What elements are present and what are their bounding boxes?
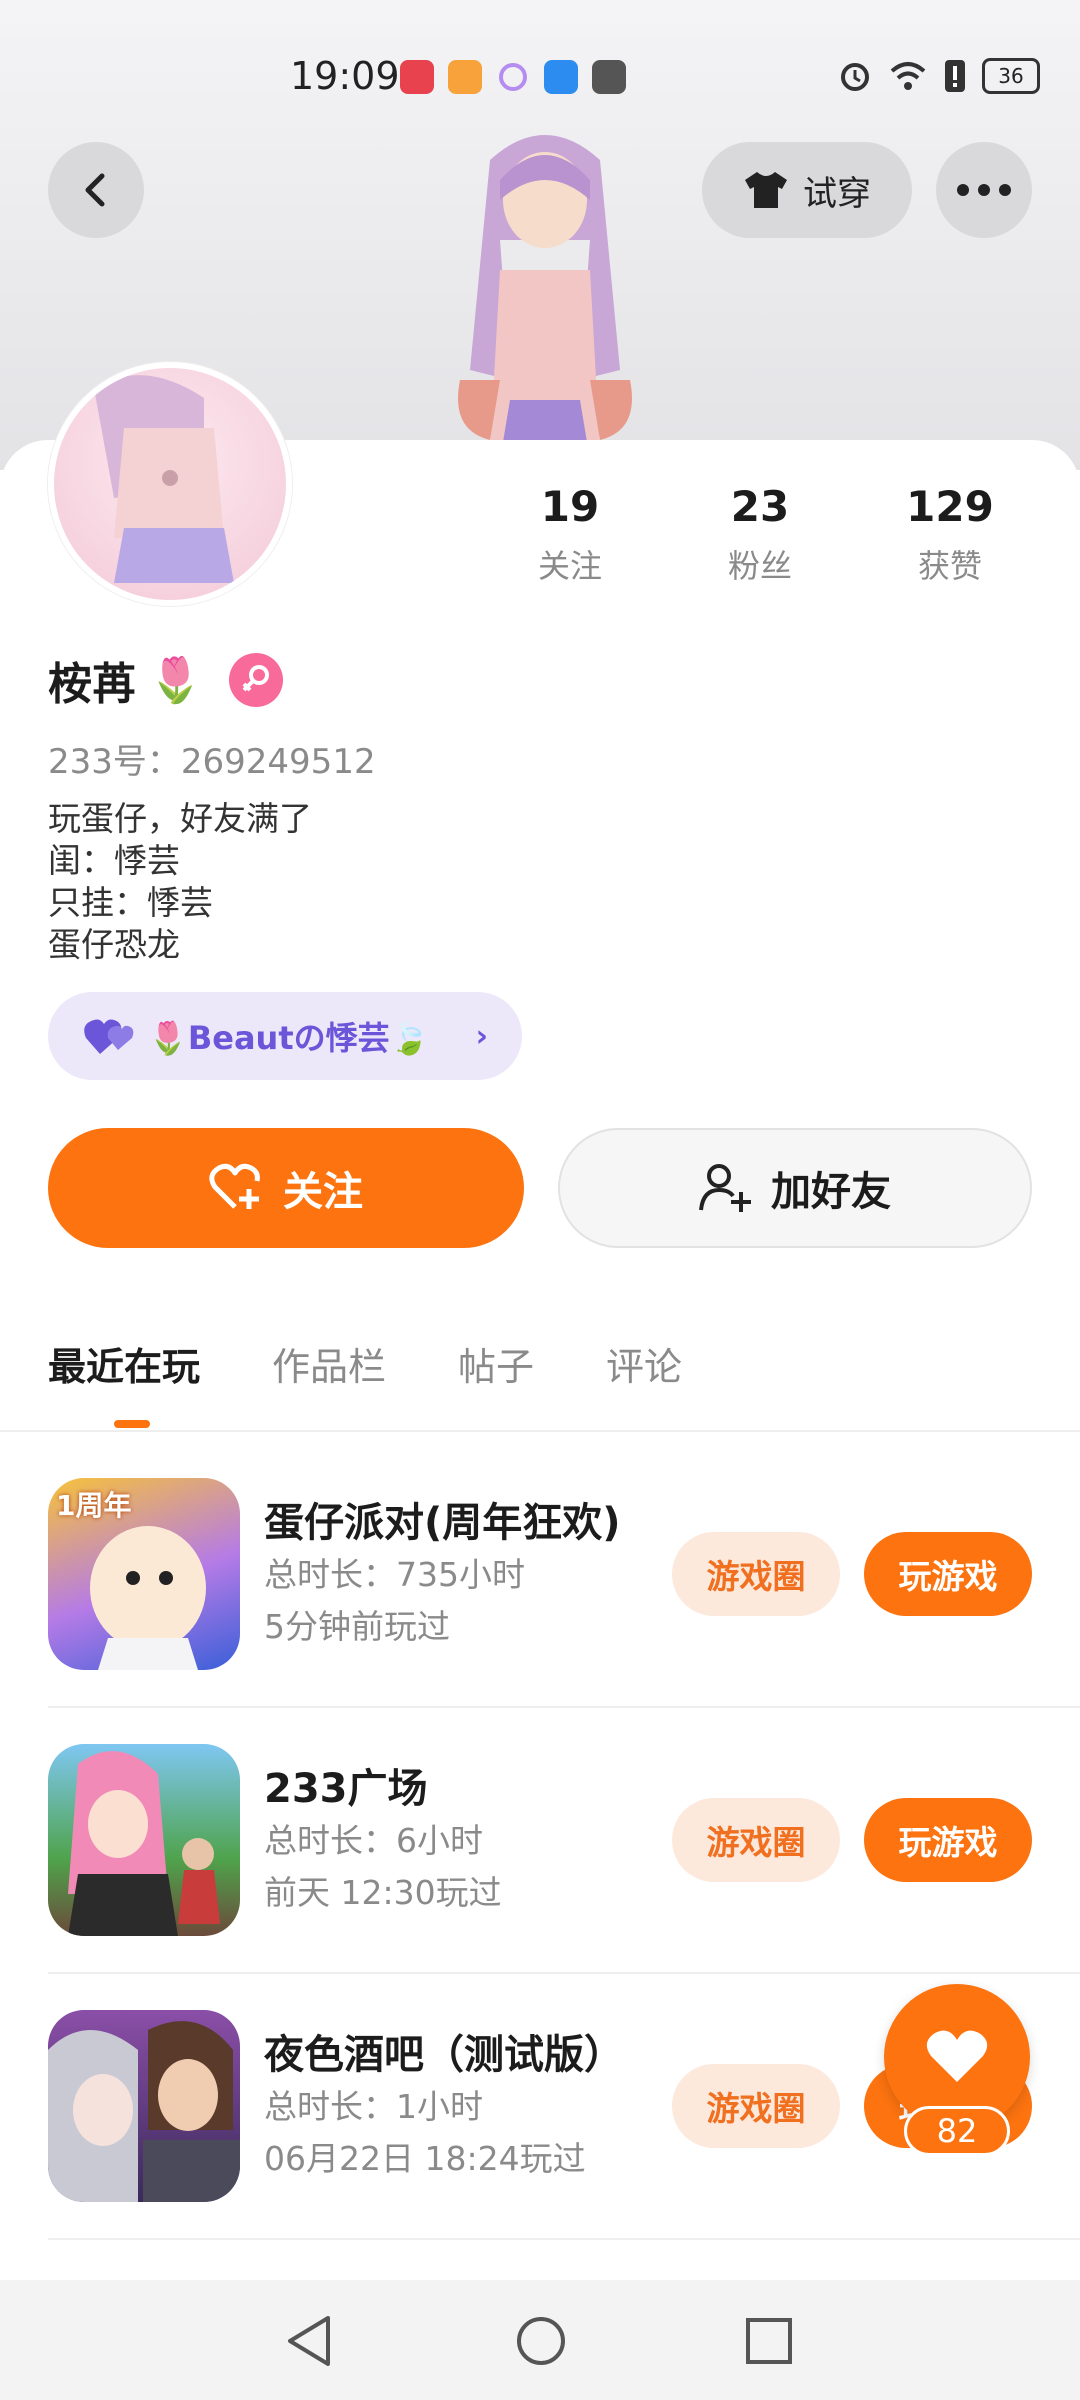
stat-followers[interactable]: 23 粉丝 [670, 482, 850, 587]
tabs-divider [0, 1430, 1080, 1432]
bio-line: 只挂：悸芸 [48, 883, 213, 922]
status-time: 19:09 [290, 54, 400, 98]
add-friend-label: 加好友 [771, 1169, 891, 1215]
tab-comments[interactable]: 评论 [606, 1336, 682, 1391]
stat-value: 129 [906, 482, 994, 531]
heart-icon [926, 2030, 988, 2082]
nav-recents-icon[interactable] [744, 2314, 794, 2368]
double-heart-icon [84, 1019, 134, 1054]
add-friend-button[interactable]: 加好友 [558, 1128, 1032, 1248]
3d-avatar-figure [458, 135, 632, 460]
relation-tag-label: 🌷Beautの悸芸🍃 [148, 1019, 430, 1057]
tab-posts[interactable]: 帖子 [458, 1336, 534, 1391]
game-duration: 总时长：735小时 [264, 1555, 525, 1594]
shirt-icon [745, 172, 787, 208]
game-circle-button[interactable]: 游戏圈 [672, 1532, 840, 1616]
app-notification-icon [592, 60, 626, 94]
stat-label: 关注 [537, 547, 602, 585]
system-status-icons: 36 [838, 58, 1040, 94]
row-divider [48, 1706, 1080, 1708]
back-button[interactable] [48, 142, 144, 238]
stat-value: 19 [540, 482, 600, 531]
game-title: 蛋仔派对(周年狂欢) [264, 1500, 621, 1546]
active-tab-indicator [114, 1420, 150, 1428]
nav-back-icon[interactable] [284, 2314, 334, 2368]
game-icon [48, 1744, 240, 1936]
tab-works[interactable]: 作品栏 [272, 1336, 386, 1391]
status-bar: 19:09 36 [0, 48, 1080, 108]
more-options-button[interactable] [936, 142, 1032, 238]
follow-button[interactable]: 关注 [48, 1128, 524, 1248]
game-last-played: 5分钟前玩过 [264, 1607, 450, 1646]
app-notification-icon [544, 60, 578, 94]
row-divider [48, 1972, 1080, 1974]
user-id: 233号：269249512 [48, 742, 376, 782]
profile-name-text: 桉苒 [48, 659, 136, 710]
try-on-button[interactable]: 试穿 [702, 142, 912, 238]
game-last-played: 前天 12:30玩过 [264, 1873, 502, 1912]
profile-name: 桉苒 🌷 [48, 648, 283, 712]
stat-label: 粉丝 [727, 547, 792, 585]
app-notification-icon [448, 60, 482, 94]
stat-label: 获赞 [917, 547, 982, 585]
play-game-button[interactable]: 玩游戏 [864, 1798, 1032, 1882]
bio-line: 玩蛋仔，好友满了 [48, 799, 312, 838]
game-icon-badge: 1周年 [56, 1489, 132, 1522]
play-game-button[interactable]: 玩游戏 [864, 1532, 1032, 1616]
bio-line: 蛋仔恐龙 [48, 925, 180, 964]
female-gender-icon [228, 653, 283, 707]
game-icon: 1周年 [48, 1478, 240, 1670]
profile-bio: 玩蛋仔，好友满了 闺：悸芸 只挂：悸芸 蛋仔恐龙 [48, 798, 312, 966]
relation-tag[interactable]: 🌷Beautの悸芸🍃 › [48, 992, 522, 1080]
game-icon [48, 2010, 240, 2202]
game-duration: 总时长：1小时 [264, 2087, 483, 2126]
game-title: 233广场 [264, 1766, 428, 1812]
follow-label: 关注 [283, 1169, 363, 1215]
game-list-item[interactable]: 1周年 蛋仔派对(周年狂欢) 总时长：735小时 5分钟前玩过 游戏圈 玩游戏 [48, 1448, 1032, 1714]
app-notification-icon [400, 60, 434, 94]
avatar[interactable] [48, 362, 292, 606]
game-list-item[interactable]: 夜色酒吧（测试版） 总时长：1小时 06月22日 18:24玩过 游戏圈 玩游戏 [48, 1980, 1032, 2246]
stat-value: 23 [730, 482, 790, 531]
more-dots-icon [957, 184, 1011, 196]
system-navigation-bar [0, 2280, 1080, 2400]
profile-tabs: 最近在玩 作品栏 帖子 评论 [48, 1336, 682, 1391]
heart-plus-icon [209, 1163, 260, 1209]
wifi-icon [890, 62, 926, 90]
chevron-left-icon [85, 173, 105, 207]
row-divider [48, 2238, 1080, 2240]
tab-recent-games[interactable]: 最近在玩 [48, 1336, 200, 1391]
game-list-item[interactable]: 233广场 总时长：6小时 前天 12:30玩过 游戏圈 玩游戏 [48, 1714, 1032, 1980]
alert-icon [945, 60, 965, 92]
avatar-image [94, 375, 234, 583]
alarm-icon [841, 63, 869, 91]
notification-icons [400, 60, 626, 94]
profile-name-emoji: 🌷 [148, 655, 203, 706]
battery-indicator: 36 [982, 58, 1040, 94]
try-on-label: 试穿 [803, 173, 871, 214]
profile-stats: 19 关注 23 粉丝 129 获赞 [480, 482, 1040, 587]
bio-line: 闺：悸芸 [48, 841, 180, 880]
game-circle-button[interactable]: 游戏圈 [672, 2064, 840, 2148]
game-circle-button[interactable]: 游戏圈 [672, 1798, 840, 1882]
nav-home-icon[interactable] [514, 2314, 568, 2368]
like-count-badge: 82 [904, 2106, 1010, 2156]
game-title: 夜色酒吧（测试版） [264, 2032, 624, 2078]
game-duration: 总时长：6小时 [264, 1821, 483, 1860]
game-last-played: 06月22日 18:24玩过 [264, 2139, 586, 2178]
app-notification-icon [499, 63, 527, 91]
stat-following[interactable]: 19 关注 [480, 482, 660, 587]
stat-likes[interactable]: 129 获赞 [860, 482, 1040, 587]
add-user-icon [699, 1164, 751, 1212]
chevron-right-icon: › [475, 1018, 488, 1054]
